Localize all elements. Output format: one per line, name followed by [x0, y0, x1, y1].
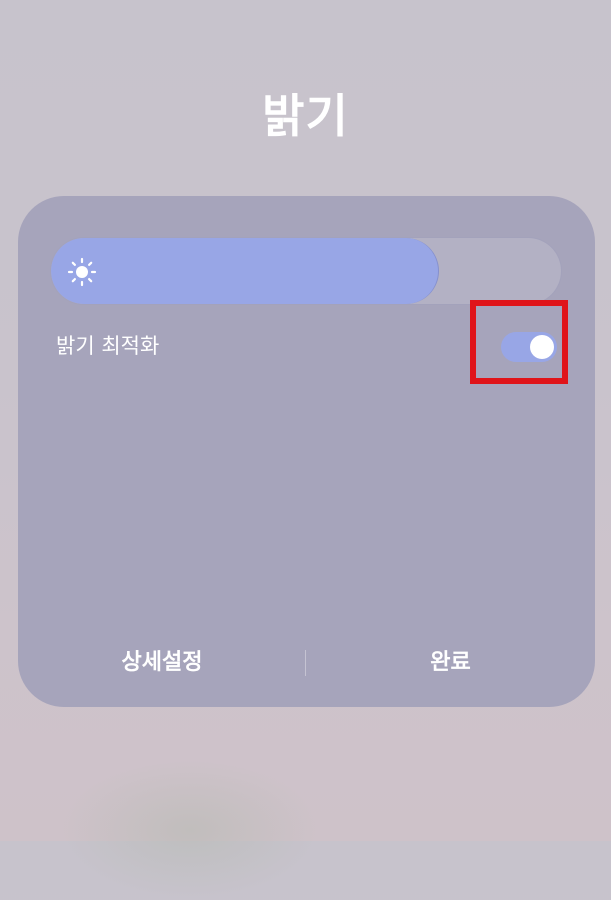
auto-brightness-label: 밝기 최적화 [56, 334, 160, 358]
dialog-title: 밝기 [262, 89, 349, 143]
detail-settings-button[interactable]: 상세설정 [18, 644, 306, 676]
background-blur [60, 760, 320, 900]
brightness-slider-fill[interactable] [51, 238, 439, 304]
sun-icon [67, 257, 97, 287]
highlight-annotation [470, 300, 568, 384]
brightness-panel: 밝기 최적화 상세설정 완료 [18, 196, 595, 707]
brightness-slider[interactable] [50, 237, 562, 305]
done-button[interactable]: 완료 [306, 644, 595, 676]
